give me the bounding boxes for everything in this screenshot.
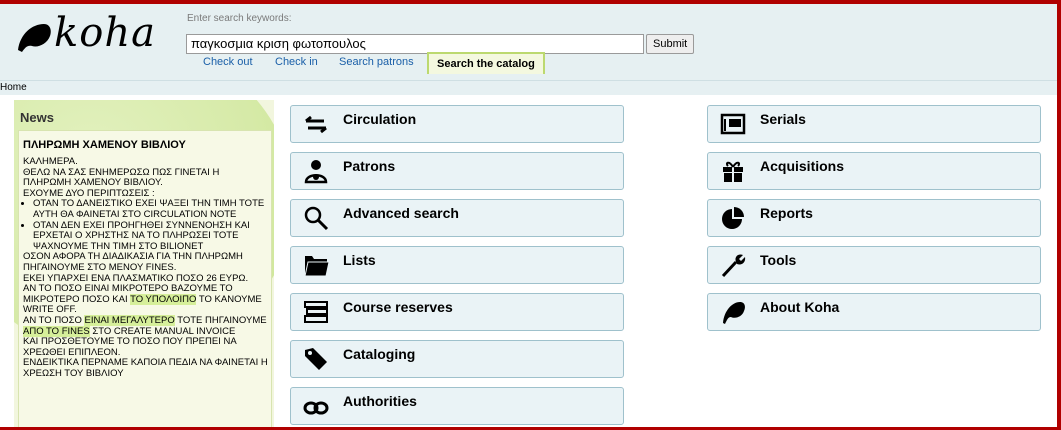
koha-logo-icon bbox=[18, 24, 51, 52]
gift-icon bbox=[723, 161, 743, 182]
news-text-highlight: ΑΠΟ ΤΟ FINES bbox=[23, 325, 90, 337]
patrons-label: Patrons bbox=[343, 158, 396, 174]
news-panel: News ΠΛΗΡΩΜΗ ΧΑΜΕΝΟΥ ΒΙΒΛΙΟΥ ΚΑΛΗΜΕΡΑ. Θ… bbox=[14, 100, 274, 427]
reports-button[interactable]: Reports bbox=[707, 199, 1041, 237]
news-text-highlight: ΕΙΝΑΙ ΜΕΓΑΛΥΤΕΡΟ bbox=[84, 314, 175, 326]
news-text-highlight: ΤΟ ΥΠΟΛΟΙΠΟ bbox=[130, 293, 197, 305]
authorities-button[interactable]: Authorities bbox=[290, 387, 624, 425]
circulation-label: Circulation bbox=[343, 111, 417, 127]
pie-chart-icon bbox=[722, 207, 744, 229]
news-list-item: ΟΤΑΝ ΤΟ ΔΑΝΕΙΣΤΙΚΟ ΕΧΕΙ ΨΑΞΕΙ ΤΗΝ ΤΙΜΗ Τ… bbox=[33, 199, 269, 220]
serials-button[interactable]: Serials bbox=[707, 105, 1041, 143]
tab-check-in[interactable]: Check in bbox=[275, 56, 318, 68]
search-hint: Enter search keywords: bbox=[187, 13, 292, 24]
tab-check-out[interactable]: Check out bbox=[203, 56, 253, 68]
patrons-button[interactable]: Patrons bbox=[290, 152, 624, 190]
news-text: ΣΤΟ CREATE MANUAL INVOICE bbox=[89, 325, 236, 337]
lists-label: Lists bbox=[343, 252, 376, 268]
circulation-icon bbox=[305, 115, 327, 134]
submit-button[interactable]: Submit bbox=[646, 34, 695, 54]
advanced-search-button[interactable]: Advanced search bbox=[290, 199, 624, 237]
logo-text: koha bbox=[54, 10, 156, 56]
news-line: ΟΣΟΝ ΑΦΟΡΑ ΤΗ ΔΙΑΔΙΚΑΣΙΑ ΓΙΑ ΤΗΝ ΠΛΗΡΩΜΗ… bbox=[23, 251, 243, 273]
news-line: ΚΑΙ ΠΡΟΣΘΕΤΟΥΜΕ ΤΟ ΠΟΣΟ ΠΟΥ ΠΡΕΠΕΙ ΝΑ ΧΡ… bbox=[23, 336, 237, 358]
header: koha Enter search keywords: παγκοσμια κρ… bbox=[0, 4, 1057, 80]
news-list: ΟΤΑΝ ΤΟ ΔΑΝΕΙΣΤΙΚΟ ΕΧΕΙ ΨΑΞΕΙ ΤΗΝ ΤΙΜΗ Τ… bbox=[23, 199, 269, 252]
wrench-icon bbox=[721, 254, 746, 278]
news-line: ΚΑΛΗΜΕΡΑ. bbox=[23, 156, 78, 167]
acquisitions-button[interactable]: Acquisitions bbox=[707, 152, 1041, 190]
cataloging-label: Cataloging bbox=[343, 346, 416, 362]
course-reserves-label: Course reserves bbox=[343, 299, 453, 315]
news-heading: News bbox=[20, 110, 54, 125]
acquisitions-label: Acquisitions bbox=[760, 158, 845, 174]
circulation-button[interactable]: Circulation bbox=[290, 105, 624, 143]
news-text: ΤΟΤΕ ΠΗΓΑΙΝΟΥΜΕ bbox=[174, 314, 267, 326]
search-input[interactable]: παγκοσμια κριση φωτοπουλος bbox=[186, 34, 644, 54]
folder-icon bbox=[304, 256, 329, 277]
books-icon bbox=[304, 301, 328, 323]
lists-button[interactable]: Lists bbox=[290, 246, 624, 284]
patrons-icon bbox=[304, 160, 328, 184]
tag-icon bbox=[305, 348, 327, 370]
course-reserves-button[interactable]: Course reserves bbox=[290, 293, 624, 331]
reports-label: Reports bbox=[760, 205, 813, 221]
tools-button[interactable]: Tools bbox=[707, 246, 1041, 284]
magnifier-icon bbox=[304, 206, 329, 231]
news-line: ΕΝΔΕΙΚΤΙΚΑ ΠΕΡΝΑΜΕ ΚΑΠΟΙΑ ΠΕΔΙΑ ΝΑ ΦΑΙΝΕ… bbox=[23, 357, 268, 379]
news-item-title: ΠΛΗΡΩΜΗ ΧΑΜΕΝΟΥ ΒΙΒΛΙΟΥ bbox=[23, 139, 186, 151]
news-line: ΑΝ ΤΟ ΠΟΣΟ ΕΙΝΑΙ ΜΙΚΡΟΤΕΡΟ ΒΑΖΟΥΜΕ ΤΟ ΜΙ… bbox=[23, 283, 269, 316]
about-koha-button[interactable]: About Koha bbox=[707, 293, 1041, 331]
news-item-body: ΚΑΛΗΜΕΡΑ. ΘΕΛΩ ΝΑ ΣΑΣ ΕΝΗΜΕΡΩΣΩ ΠΩΣ ΓΙΝΕ… bbox=[23, 156, 269, 379]
authorities-label: Authorities bbox=[343, 393, 417, 409]
newspaper-icon bbox=[720, 113, 746, 135]
cataloging-button[interactable]: Cataloging bbox=[290, 340, 624, 378]
tab-search-catalog[interactable]: Search the catalog bbox=[427, 52, 545, 74]
tab-search-patrons[interactable]: Search patrons bbox=[339, 56, 414, 68]
news-text: ΑΝ ΤΟ ΠΟΣΟ bbox=[23, 314, 85, 326]
about-koha-label: About Koha bbox=[760, 299, 840, 315]
news-line: ΑΝ ΤΟ ΠΟΣΟ ΕΙΝΑΙ ΜΕΓΑΛΥΤΕΡΟ ΤΟΤΕ ΠΗΓΑΙΝΟ… bbox=[23, 314, 269, 337]
tools-label: Tools bbox=[760, 252, 797, 268]
news-item: ΠΛΗΡΩΜΗ ΧΑΜΕΝΟΥ ΒΙΒΛΙΟΥ ΚΑΛΗΜΕΡΑ. ΘΕΛΩ Ν… bbox=[18, 130, 272, 427]
breadcrumb-home[interactable]: Home bbox=[0, 82, 27, 93]
serials-label: Serials bbox=[760, 111, 806, 127]
news-line: ΘΕΛΩ ΝΑ ΣΑΣ ΕΝΗΜΕΡΩΣΩ ΠΩΣ ΓΙΝΕΤΑΙ Η ΠΛΗΡ… bbox=[23, 166, 220, 189]
koha-icon bbox=[723, 302, 745, 324]
news-list-item: ΟΤΑΝ ΔΕΝ ΕΧΕΙ ΠΡΟΗΓΗΘΕΙ ΣΥΝΝΕΝΟΗΣΗ ΚΑΙ Ε… bbox=[33, 220, 269, 253]
advanced-search-label: Advanced search bbox=[343, 205, 459, 221]
link-icon bbox=[303, 401, 329, 415]
breadcrumb: Home bbox=[0, 80, 1057, 95]
koha-logo[interactable]: koha bbox=[14, 10, 164, 60]
window-frame-right bbox=[1057, 0, 1061, 430]
